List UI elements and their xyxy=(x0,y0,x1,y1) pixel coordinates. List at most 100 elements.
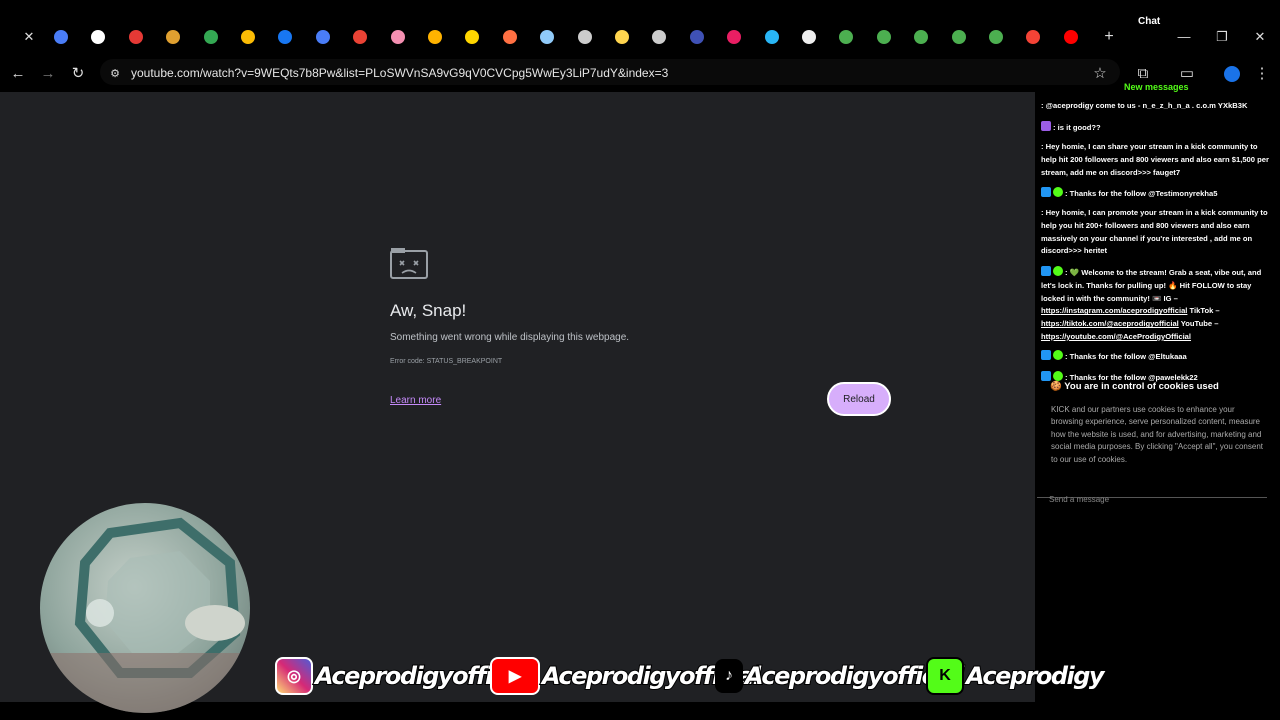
minimize-button[interactable]: — xyxy=(1175,28,1193,46)
tiktok-label: TikTok – xyxy=(1189,306,1220,316)
ace-icon xyxy=(615,30,629,44)
chat-message: : Thanks for the follow @Testimonyrekha5 xyxy=(1041,187,1273,201)
triangle-icon xyxy=(428,30,442,44)
browser-tab[interactable] xyxy=(686,26,708,48)
plus-green-icon xyxy=(876,30,891,44)
bot-badge-icon xyxy=(1041,187,1051,197)
browser-tab[interactable] xyxy=(274,26,296,48)
ace-icon xyxy=(652,30,667,44)
browser-tab[interactable] xyxy=(50,26,72,48)
youtube-icon: ▶ xyxy=(490,657,540,695)
back-button[interactable]: ← xyxy=(8,64,28,84)
v-icon xyxy=(540,30,555,44)
url-text[interactable]: youtube.com/watch?v=9WEQts7b8Pw&list=PLo… xyxy=(131,66,668,80)
verified-badge-icon xyxy=(1053,371,1063,381)
drive-icon xyxy=(241,30,255,44)
chat-label: Chat xyxy=(1138,16,1161,27)
sad-tab-icon xyxy=(390,248,428,279)
browser-tab[interactable] xyxy=(200,26,222,48)
new-tab-button[interactable]: + xyxy=(1100,28,1118,46)
instagram-icon: ◎ xyxy=(275,657,313,695)
browser-tab[interactable] xyxy=(948,26,970,48)
browser-tab[interactable] xyxy=(162,26,184,48)
browser-tab[interactable] xyxy=(611,26,633,48)
plus-green-icon xyxy=(839,30,854,44)
webcam-overlay xyxy=(40,503,250,713)
bot-badge-icon xyxy=(1041,371,1051,381)
browser-tab[interactable] xyxy=(1060,26,1082,48)
error-message: Something went wrong while displaying th… xyxy=(390,332,630,343)
gradient-icon xyxy=(502,30,517,44)
m-icon xyxy=(390,30,405,44)
youtube-icon xyxy=(1063,30,1078,44)
slack-icon xyxy=(166,30,181,44)
cast-icon[interactable]: ▭ xyxy=(1177,64,1197,84)
meta-icon xyxy=(278,30,293,44)
circle-blue-icon xyxy=(689,30,704,44)
extensions-icon[interactable]: ⧉ xyxy=(1133,64,1153,84)
ace-icon xyxy=(577,30,592,44)
forward-button[interactable]: → xyxy=(38,64,58,84)
browser-tab[interactable] xyxy=(910,26,932,48)
browser-tab[interactable] xyxy=(574,26,596,48)
browser-tab[interactable] xyxy=(125,26,147,48)
browser-tab[interactable] xyxy=(798,26,820,48)
close-window-button[interactable]: ✕ xyxy=(1251,28,1269,46)
browser-tab[interactable] xyxy=(835,26,857,48)
browser-tab[interactable] xyxy=(536,26,558,48)
chat-message: : Thanks for the follow @Eltukaaa xyxy=(1041,350,1273,364)
restore-button[interactable]: ❐ xyxy=(1213,28,1231,46)
chat-message: : 💚 Welcome to the stream! Grab a seat, … xyxy=(1041,266,1262,341)
browser-tab[interactable] xyxy=(761,26,783,48)
browser-tab[interactable] xyxy=(1022,26,1044,48)
docs-icon xyxy=(54,30,68,44)
site-info-icon[interactable]: ⚙ xyxy=(105,64,125,84)
browser-tab[interactable] xyxy=(349,26,371,48)
browser-tab[interactable] xyxy=(387,26,409,48)
square-blue-icon xyxy=(764,30,779,44)
cookie-text: KICK and our partners use cookies to enh… xyxy=(1051,405,1264,464)
verified-badge-icon xyxy=(1053,187,1063,197)
reload-page-button[interactable]: Reload xyxy=(827,382,891,416)
browser-tab[interactable] xyxy=(461,26,483,48)
new-messages-indicator[interactable]: New messages xyxy=(1124,82,1189,92)
learn-more-link[interactable]: Learn more xyxy=(390,395,441,406)
reload-button[interactable]: ↻ xyxy=(68,64,88,84)
browser-tab[interactable] xyxy=(873,26,895,48)
cookie-title: 🍪 You are in control of cookies used xyxy=(1050,381,1219,392)
profile-avatar[interactable] xyxy=(1222,64,1242,84)
verified-badge-icon xyxy=(1053,266,1063,276)
chat-message: : Hey homie, I can share your stream in … xyxy=(1041,142,1269,177)
browser-tab[interactable] xyxy=(424,26,446,48)
bot-badge-icon xyxy=(1041,350,1051,360)
close-tab-icon[interactable]: ✕ xyxy=(20,28,38,46)
browser-tab[interactable] xyxy=(648,26,670,48)
bot-badge-icon xyxy=(1041,266,1051,276)
tiktok-icon: ♪ xyxy=(715,659,743,693)
browser-tab[interactable] xyxy=(312,26,334,48)
tab-strip: ✕ + Chat — ❐ ✕ xyxy=(0,0,1280,56)
chat-message: : Hey homie, I can promote your stream i… xyxy=(1041,208,1268,256)
youtube-link[interactable]: https://youtube.com/@AceProdigyOfficial xyxy=(1041,332,1191,341)
menu-icon[interactable]: ⋮ xyxy=(1252,64,1272,84)
red-circle-icon xyxy=(1026,30,1041,44)
chat-message: : is it good?? xyxy=(1041,121,1273,135)
browser-tab[interactable] xyxy=(723,26,745,48)
browser-tab[interactable] xyxy=(87,26,109,48)
circle-logo-icon xyxy=(91,30,106,44)
verified-badge-icon xyxy=(1053,350,1063,360)
instagram-link[interactable]: https://instagram.com/aceprodigyofficial xyxy=(1041,306,1187,315)
tiktok-link[interactable]: https://tiktok.com/@aceprodigyofficial xyxy=(1041,319,1179,328)
drive-icon xyxy=(203,30,218,44)
plus-green-icon xyxy=(951,30,966,44)
bookmark-star-icon[interactable]: ☆ xyxy=(1090,64,1110,84)
youtube-label: YouTube – xyxy=(1180,319,1219,329)
squiggle-icon xyxy=(727,30,742,44)
error-title: Aw, Snap! xyxy=(390,301,467,320)
browser-tab[interactable] xyxy=(237,26,259,48)
browser-tab[interactable] xyxy=(985,26,1007,48)
plus-green-icon xyxy=(914,30,929,44)
plus-green-icon xyxy=(989,30,1003,44)
browser-tab[interactable] xyxy=(499,26,521,48)
send-message-input[interactable]: Send a message xyxy=(1049,495,1109,504)
